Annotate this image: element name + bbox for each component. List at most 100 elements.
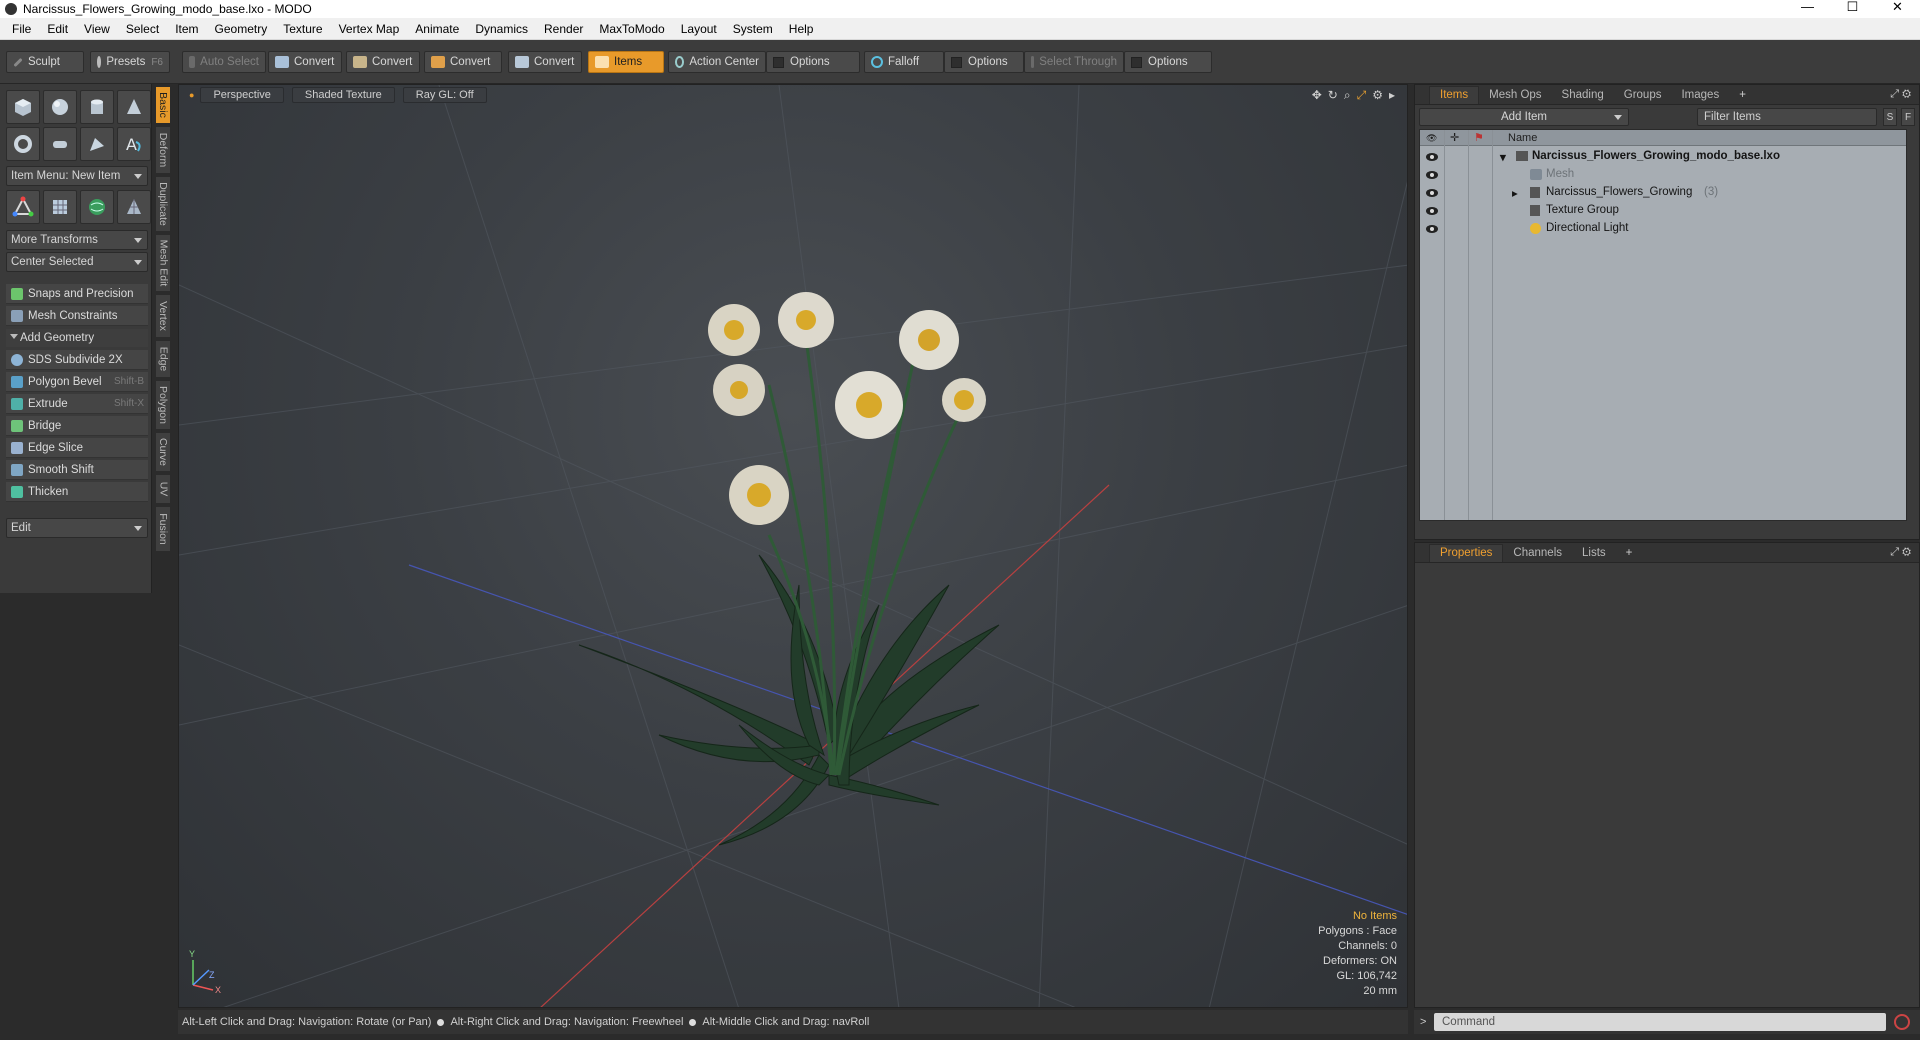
perspective-dropdown[interactable]: Perspective: [200, 87, 284, 103]
visibility-eye-icon[interactable]: [1426, 152, 1438, 162]
select-through-options-checkbox[interactable]: [1131, 56, 1142, 68]
visibility-eye-icon[interactable]: [1426, 170, 1438, 180]
convert-polygon-button[interactable]: Convert: [424, 51, 502, 73]
tab-channels[interactable]: Channels: [1503, 544, 1572, 562]
tab-images[interactable]: Images: [1671, 86, 1729, 104]
tree-row-directional-light[interactable]: Directional Light: [1420, 220, 1906, 238]
item-menu-dropdown[interactable]: Item Menu: New Item: [6, 166, 148, 186]
falloff-options-button[interactable]: Options: [944, 51, 1024, 73]
tab-edge[interactable]: Edge: [155, 340, 171, 378]
3d-viewport[interactable]: Y X Z ● Perspective Shaded Texture Ray G…: [178, 84, 1408, 1008]
raygl-toggle[interactable]: Ray GL: Off: [402, 87, 487, 103]
menu-select[interactable]: Select: [118, 18, 167, 40]
convert-vertex-button[interactable]: Convert: [268, 51, 342, 73]
text-tool-button[interactable]: A: [117, 127, 151, 161]
menu-vertex-map[interactable]: Vertex Map: [331, 18, 408, 40]
zoom-icon[interactable]: ⌕: [1344, 88, 1351, 103]
tab-polygon[interactable]: Polygon: [155, 380, 171, 430]
thicken-button[interactable]: Thicken: [6, 482, 148, 502]
tab-duplicate[interactable]: Duplicate: [155, 176, 171, 232]
menu-render[interactable]: Render: [536, 18, 591, 40]
action-center-options-button[interactable]: Options: [766, 51, 860, 73]
convert-material-button[interactable]: Convert: [508, 51, 582, 73]
tree-row-scene[interactable]: ▾ Narcissus_Flowers_Growing_modo_base.lx…: [1420, 148, 1906, 166]
cube-primitive-button[interactable]: [6, 90, 40, 124]
add-item-dropdown[interactable]: Add Item: [1419, 108, 1629, 126]
search-mode-s-button[interactable]: S: [1883, 108, 1897, 126]
presets-button[interactable]: Presets F6: [90, 51, 170, 73]
snaps-precision-button[interactable]: Snaps and Precision: [6, 284, 148, 304]
bridge-button[interactable]: Bridge: [6, 416, 148, 436]
transform-tool-button[interactable]: [6, 190, 40, 224]
grid-tool-button[interactable]: [43, 190, 77, 224]
maximize-button[interactable]: ☐: [1830, 0, 1875, 18]
visibility-eye-icon[interactable]: [1426, 206, 1438, 216]
menu-maxtomodo[interactable]: MaxToModo: [591, 18, 672, 40]
tab-mesh-edit[interactable]: Mesh Edit: [155, 234, 171, 292]
edit-dropdown[interactable]: Edit: [6, 518, 148, 538]
viewport-menu-icon[interactable]: ●: [189, 90, 194, 100]
tab-deform[interactable]: Deform: [155, 126, 171, 174]
globe-tool-button[interactable]: [80, 190, 114, 224]
pyramid-tool-button[interactable]: [117, 190, 151, 224]
options-checkbox[interactable]: [773, 56, 784, 68]
panel-options-icon[interactable]: ⤢ ⚙: [1890, 88, 1911, 101]
tree-row-mesh[interactable]: Mesh: [1420, 166, 1906, 184]
name-column-header[interactable]: Name: [1508, 132, 1537, 144]
mesh-constraints-button[interactable]: Mesh Constraints: [6, 306, 148, 326]
tab-curve[interactable]: Curve: [155, 432, 171, 472]
items-mode-button[interactable]: Items: [588, 51, 664, 73]
polygon-bevel-button[interactable]: Polygon Bevel Shift-B: [6, 372, 148, 392]
search-mode-f-button[interactable]: F: [1901, 108, 1915, 126]
center-selected-dropdown[interactable]: Center Selected: [6, 252, 148, 272]
convert-edge-button[interactable]: Convert: [346, 51, 420, 73]
command-input[interactable]: Command: [1434, 1013, 1886, 1031]
tab-items[interactable]: Items: [1429, 85, 1480, 104]
gear-icon[interactable]: ⚙: [1372, 88, 1383, 103]
cone-primitive-button[interactable]: [117, 90, 151, 124]
chevron-right-icon[interactable]: ▸: [1512, 186, 1518, 200]
rotate-icon[interactable]: ↻: [1328, 88, 1338, 103]
tree-row-group[interactable]: ▸ Narcissus_Flowers_Growing (3): [1420, 184, 1906, 202]
menu-dynamics[interactable]: Dynamics: [467, 18, 536, 40]
close-button[interactable]: ✕: [1875, 0, 1920, 18]
torus-primitive-button[interactable]: [6, 127, 40, 161]
fit-icon[interactable]: ⤢: [1357, 88, 1367, 103]
chevron-right-icon[interactable]: ▸: [1389, 88, 1395, 103]
chevron-down-icon[interactable]: ▾: [1500, 150, 1506, 164]
menu-layout[interactable]: Layout: [673, 18, 725, 40]
capsule-primitive-button[interactable]: [43, 127, 77, 161]
menu-texture[interactable]: Texture: [275, 18, 330, 40]
menu-view[interactable]: View: [76, 18, 118, 40]
sculpt-button[interactable]: Sculpt: [6, 51, 84, 73]
minimize-button[interactable]: —: [1785, 0, 1830, 18]
tab-basic[interactable]: Basic: [155, 86, 171, 124]
pen-tool-button[interactable]: [80, 127, 114, 161]
menu-help[interactable]: Help: [781, 18, 822, 40]
menu-item[interactable]: Item: [167, 18, 206, 40]
cylinder-primitive-button[interactable]: [80, 90, 114, 124]
action-center-button[interactable]: Action Center: [668, 51, 766, 73]
auto-select-button[interactable]: Auto Select: [182, 51, 266, 73]
extrude-button[interactable]: Extrude Shift-X: [6, 394, 148, 414]
tab-properties[interactable]: Properties: [1429, 543, 1504, 562]
tab-vertex[interactable]: Vertex: [155, 294, 171, 338]
sds-subdivide-button[interactable]: SDS Subdivide 2X: [6, 350, 148, 370]
tab-uv[interactable]: UV: [155, 474, 171, 504]
add-tab-button[interactable]: +: [1616, 544, 1643, 562]
tab-shading[interactable]: Shading: [1552, 86, 1614, 104]
menu-system[interactable]: System: [725, 18, 781, 40]
panel-options-icon[interactable]: ⤢ ⚙: [1890, 546, 1911, 559]
tab-groups[interactable]: Groups: [1614, 86, 1672, 104]
smooth-shift-button[interactable]: Smooth Shift: [6, 460, 148, 480]
menu-animate[interactable]: Animate: [407, 18, 467, 40]
pan-icon[interactable]: ✥: [1312, 88, 1322, 103]
edge-slice-button[interactable]: Edge Slice: [6, 438, 148, 458]
filter-items-input[interactable]: Filter Items: [1697, 108, 1877, 126]
menu-geometry[interactable]: Geometry: [207, 18, 276, 40]
sphere-primitive-button[interactable]: [43, 90, 77, 124]
select-through-options-button[interactable]: Options: [1124, 51, 1212, 73]
add-geometry-section[interactable]: Add Geometry: [6, 329, 148, 347]
visibility-eye-icon[interactable]: [1426, 188, 1438, 198]
falloff-options-checkbox[interactable]: [951, 56, 962, 68]
